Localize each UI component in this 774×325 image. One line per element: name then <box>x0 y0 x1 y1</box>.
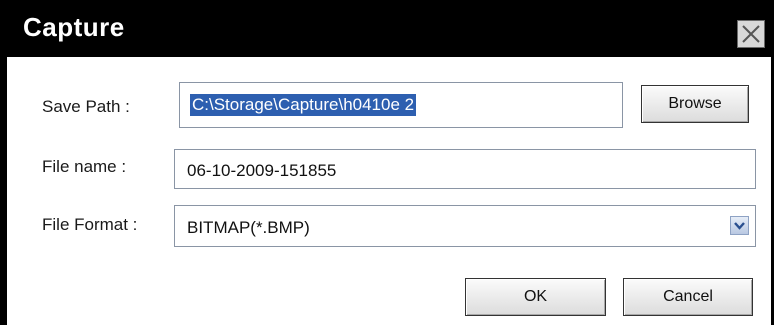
save-path-input[interactable]: C:\Storage\Capture\h0410e 2 <box>179 82 623 128</box>
title-bar[interactable]: Capture <box>0 0 774 57</box>
file-format-label: File Format : <box>42 215 138 234</box>
save-path-value: C:\Storage\Capture\h0410e 2 <box>190 94 417 116</box>
dropdown-button[interactable] <box>730 216 749 235</box>
file-name-label: File name : <box>42 157 127 176</box>
cancel-button[interactable]: Cancel <box>623 278 753 316</box>
chevron-down-icon <box>734 222 745 230</box>
window-title: Capture <box>23 12 125 42</box>
file-format-value: BITMAP(*.BMP) <box>187 218 310 237</box>
window-border-left <box>0 57 7 325</box>
ok-button[interactable]: OK <box>465 278 606 316</box>
file-format-select[interactable]: BITMAP(*.BMP) <box>174 205 756 247</box>
capture-dialog: Capture Save Path : C:\Storage\Capture\h… <box>0 0 774 325</box>
save-path-label: Save Path : <box>42 97 130 116</box>
browse-button[interactable]: Browse <box>641 85 749 123</box>
file-name-value: 06-10-2009-151855 <box>187 161 337 180</box>
file-name-input[interactable]: 06-10-2009-151855 <box>174 149 756 189</box>
close-button[interactable] <box>737 20 765 48</box>
close-icon <box>742 25 760 43</box>
